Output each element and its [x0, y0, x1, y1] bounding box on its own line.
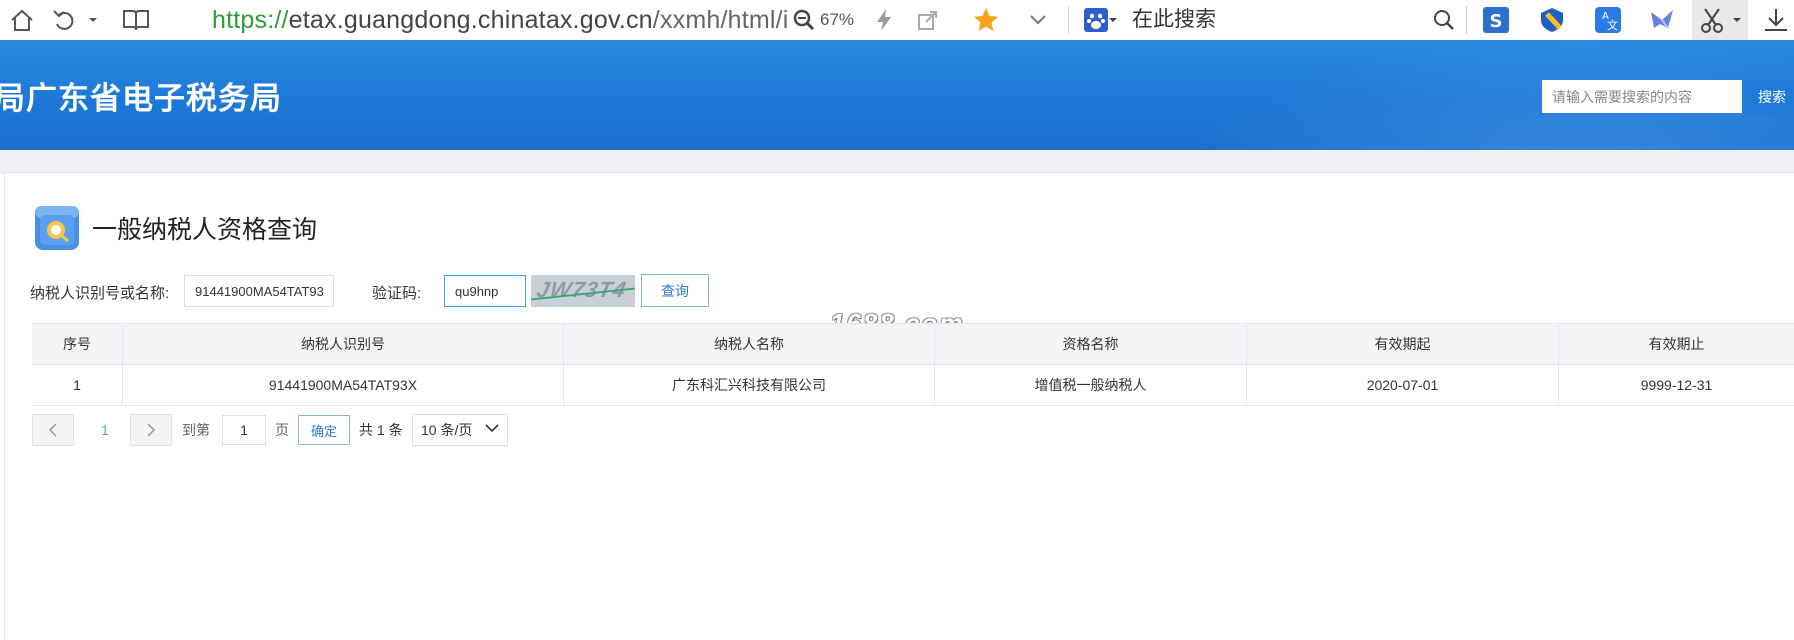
- sogou-extension-icon[interactable]: S: [1480, 4, 1512, 36]
- query-icon: [35, 206, 79, 250]
- page-unit-label: 页: [275, 422, 289, 438]
- goto-label: 到第: [182, 422, 210, 438]
- cell-valid-from: 2020-07-01: [1247, 365, 1559, 405]
- svg-text:S: S: [1490, 11, 1503, 32]
- favorite-star-icon[interactable]: [970, 4, 1002, 36]
- column-header-taxpayer-name: 纳税人名称: [564, 324, 935, 364]
- toolbar-divider: [1068, 6, 1069, 34]
- search-icon[interactable]: [1428, 4, 1460, 36]
- scissors-dropdown-icon[interactable]: [1730, 4, 1744, 36]
- bird-extension-icon[interactable]: [1646, 4, 1678, 36]
- download-icon[interactable]: [1760, 4, 1792, 36]
- scissors-icon[interactable]: [1696, 4, 1728, 36]
- content-background: [0, 150, 1794, 174]
- column-header-taxpayer-id: 纳税人识别号: [123, 324, 564, 364]
- chevron-left-icon: [48, 423, 57, 437]
- results-table: 序号 纳税人识别号 纳税人名称 资格名称 有效期起 有效期止 1 9144190…: [32, 323, 1794, 406]
- translate-icon[interactable]: A文: [1592, 4, 1624, 36]
- total-count: 共 1 条: [359, 422, 403, 438]
- site-search-input[interactable]: [1542, 80, 1742, 113]
- next-page-button[interactable]: [130, 414, 172, 446]
- search-engine-dropdown-icon[interactable]: [1106, 4, 1120, 36]
- zoom-icon[interactable]: [788, 4, 820, 36]
- cell-index: 1: [32, 365, 123, 405]
- lightning-icon[interactable]: [868, 4, 900, 36]
- chevron-down-icon[interactable]: [1022, 4, 1054, 36]
- page-title: 一般纳税人资格查询: [92, 216, 318, 244]
- captcha-label: 验证码:: [372, 285, 422, 302]
- zoom-level[interactable]: 67%: [820, 4, 854, 36]
- svg-text:文: 文: [1607, 18, 1618, 32]
- table-header-row: 序号 纳税人识别号 纳税人名称 资格名称 有效期起 有效期止: [32, 323, 1794, 365]
- page-size-select[interactable]: 10 条/页: [412, 414, 508, 446]
- site-header-banner: 局广东省电子税务局 搜索: [0, 40, 1794, 150]
- cell-valid-to: 9999-12-31: [1640, 377, 1713, 393]
- captcha-image[interactable]: JW73T4: [531, 275, 635, 307]
- prev-page-button[interactable]: [32, 414, 74, 446]
- column-header-qualification: 资格名称: [935, 324, 1247, 364]
- undo-dropdown-icon[interactable]: [86, 4, 100, 36]
- cell-taxpayer-id: 91441900MA54TAT93X: [123, 365, 564, 405]
- browser-search-input[interactable]: 在此搜索: [1132, 4, 1216, 36]
- cell-taxpayer-name: 广东科汇兴科技有限公司: [564, 365, 935, 405]
- share-icon[interactable]: [912, 4, 944, 36]
- reading-mode-icon[interactable]: [120, 4, 152, 36]
- goto-confirm-button[interactable]: 确定: [298, 415, 350, 445]
- chevron-down-icon: [485, 424, 499, 433]
- undo-icon[interactable]: [48, 4, 80, 36]
- home-icon[interactable]: [6, 4, 38, 36]
- page-size-value: 10 条/页: [421, 422, 473, 438]
- shield-extension-icon[interactable]: [1536, 4, 1568, 36]
- toolbar-divider: [1466, 6, 1467, 34]
- column-header-valid-to: 有效期止: [1648, 336, 1705, 352]
- browser-toolbar: https://etax.guangdong.chinatax.gov.cn/x…: [0, 0, 1794, 41]
- captcha-input[interactable]: [444, 275, 526, 307]
- chevron-right-icon: [147, 423, 156, 437]
- goto-page-input[interactable]: [222, 415, 266, 445]
- column-header-index: 序号: [32, 324, 123, 364]
- column-header-valid-from: 有效期起: [1247, 324, 1559, 364]
- taxpayer-id-input[interactable]: [184, 275, 334, 307]
- cell-qualification: 增值税一般纳税人: [935, 365, 1247, 405]
- query-button[interactable]: 查询: [641, 274, 709, 307]
- site-title: 局广东省电子税务局: [0, 81, 282, 116]
- address-bar[interactable]: https://etax.guangdong.chinatax.gov.cn/x…: [212, 4, 789, 36]
- page-number-current[interactable]: 1: [96, 414, 114, 446]
- table-row[interactable]: 1 91441900MA54TAT93X 广东科汇兴科技有限公司 增值税一般纳税…: [32, 365, 1794, 406]
- taxpayer-label: 纳税人识别号或名称:: [30, 285, 170, 302]
- site-search-button[interactable]: 搜索: [1742, 80, 1794, 113]
